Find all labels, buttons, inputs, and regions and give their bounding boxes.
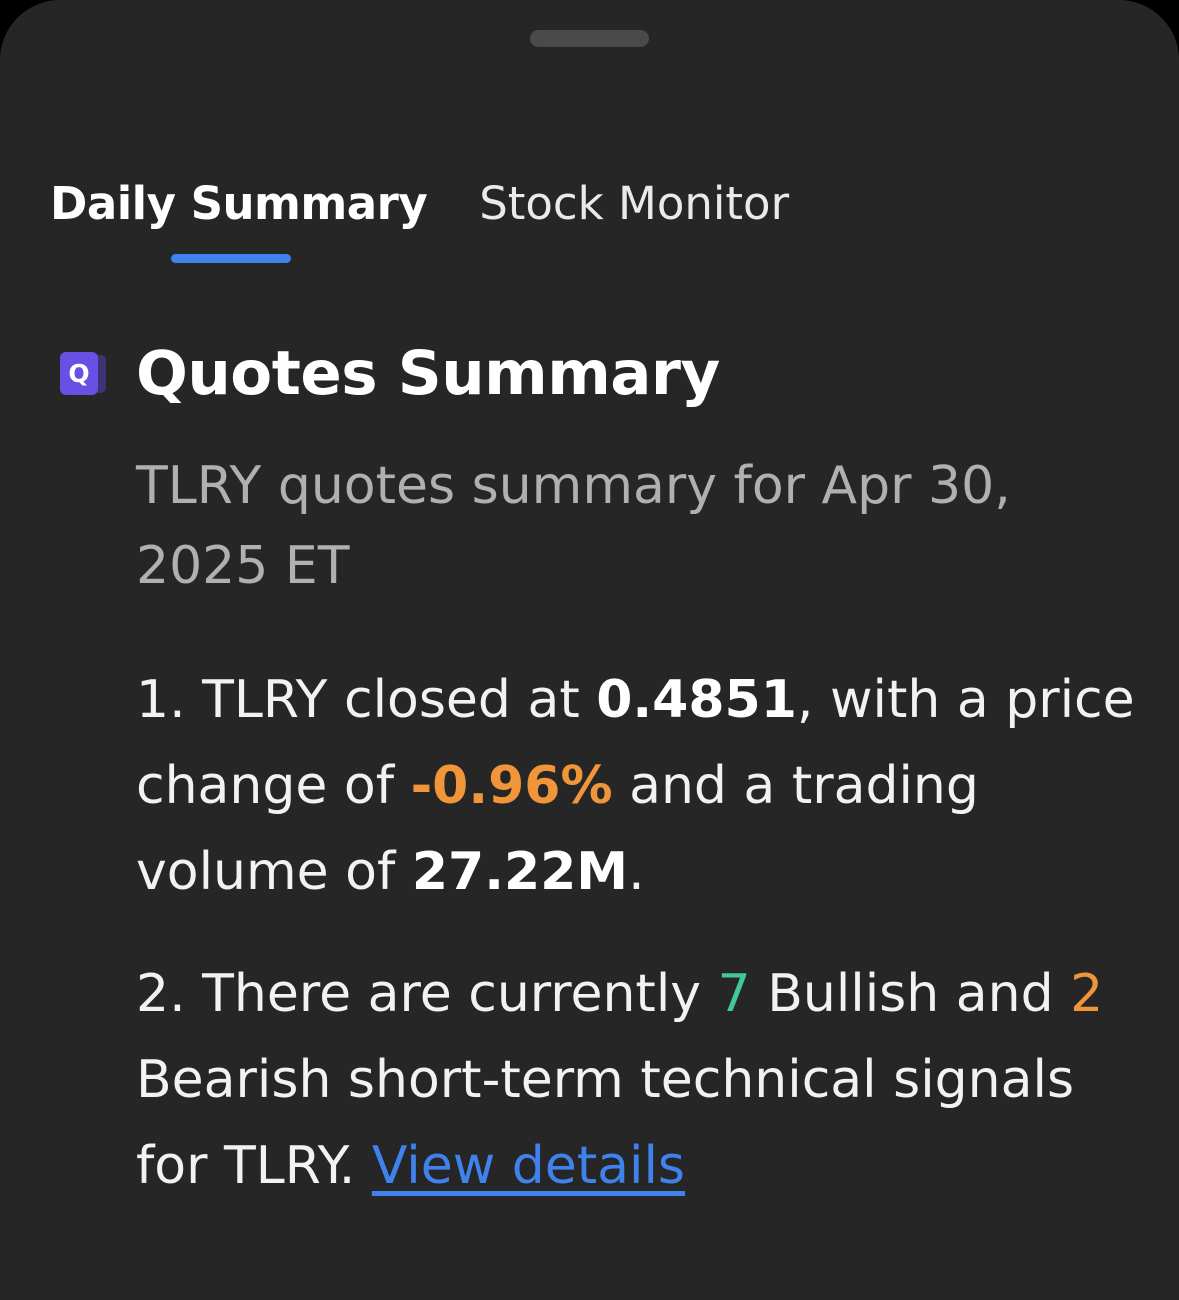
trading-volume: 27.22M	[411, 842, 629, 902]
tab-bar: Daily Summary Stock Monitor	[50, 172, 789, 272]
tab-stock-monitor[interactable]: Stock Monitor	[479, 172, 789, 236]
price-change: -0.96%	[410, 756, 613, 816]
drag-handle[interactable]	[530, 30, 649, 47]
item2-text: 2. There are currently	[136, 964, 718, 1024]
bottom-sheet: Daily Summary Stock Monitor Q Quotes Sum…	[0, 0, 1179, 1300]
bearish-count: 2	[1070, 964, 1104, 1024]
section-header: Q Quotes Summary	[58, 336, 720, 412]
active-tab-indicator	[171, 254, 291, 263]
summary-item-2: 2. There are currently 7 Bullish and 2 B…	[136, 951, 1136, 1209]
quotes-summary-icon: Q	[58, 350, 108, 398]
summary-item-1: 1. TLRY closed at 0.4851, with a price c…	[136, 657, 1136, 915]
summary-content: TLRY quotes summary for Apr 30, 2025 ET …	[136, 446, 1136, 1209]
item1-text: .	[628, 842, 645, 902]
close-price: 0.4851	[596, 670, 797, 730]
tab-daily-summary[interactable]: Daily Summary	[50, 172, 428, 236]
view-details-link[interactable]: View details	[372, 1136, 685, 1196]
item1-text: 1. TLRY closed at	[136, 670, 597, 730]
quotes-icon-letter: Q	[60, 352, 98, 395]
bullish-count: 7	[717, 964, 751, 1024]
section-title: Quotes Summary	[136, 338, 720, 409]
summary-subtitle: TLRY quotes summary for Apr 30, 2025 ET	[136, 456, 1011, 596]
item2-text: Bullish and	[750, 964, 1071, 1024]
